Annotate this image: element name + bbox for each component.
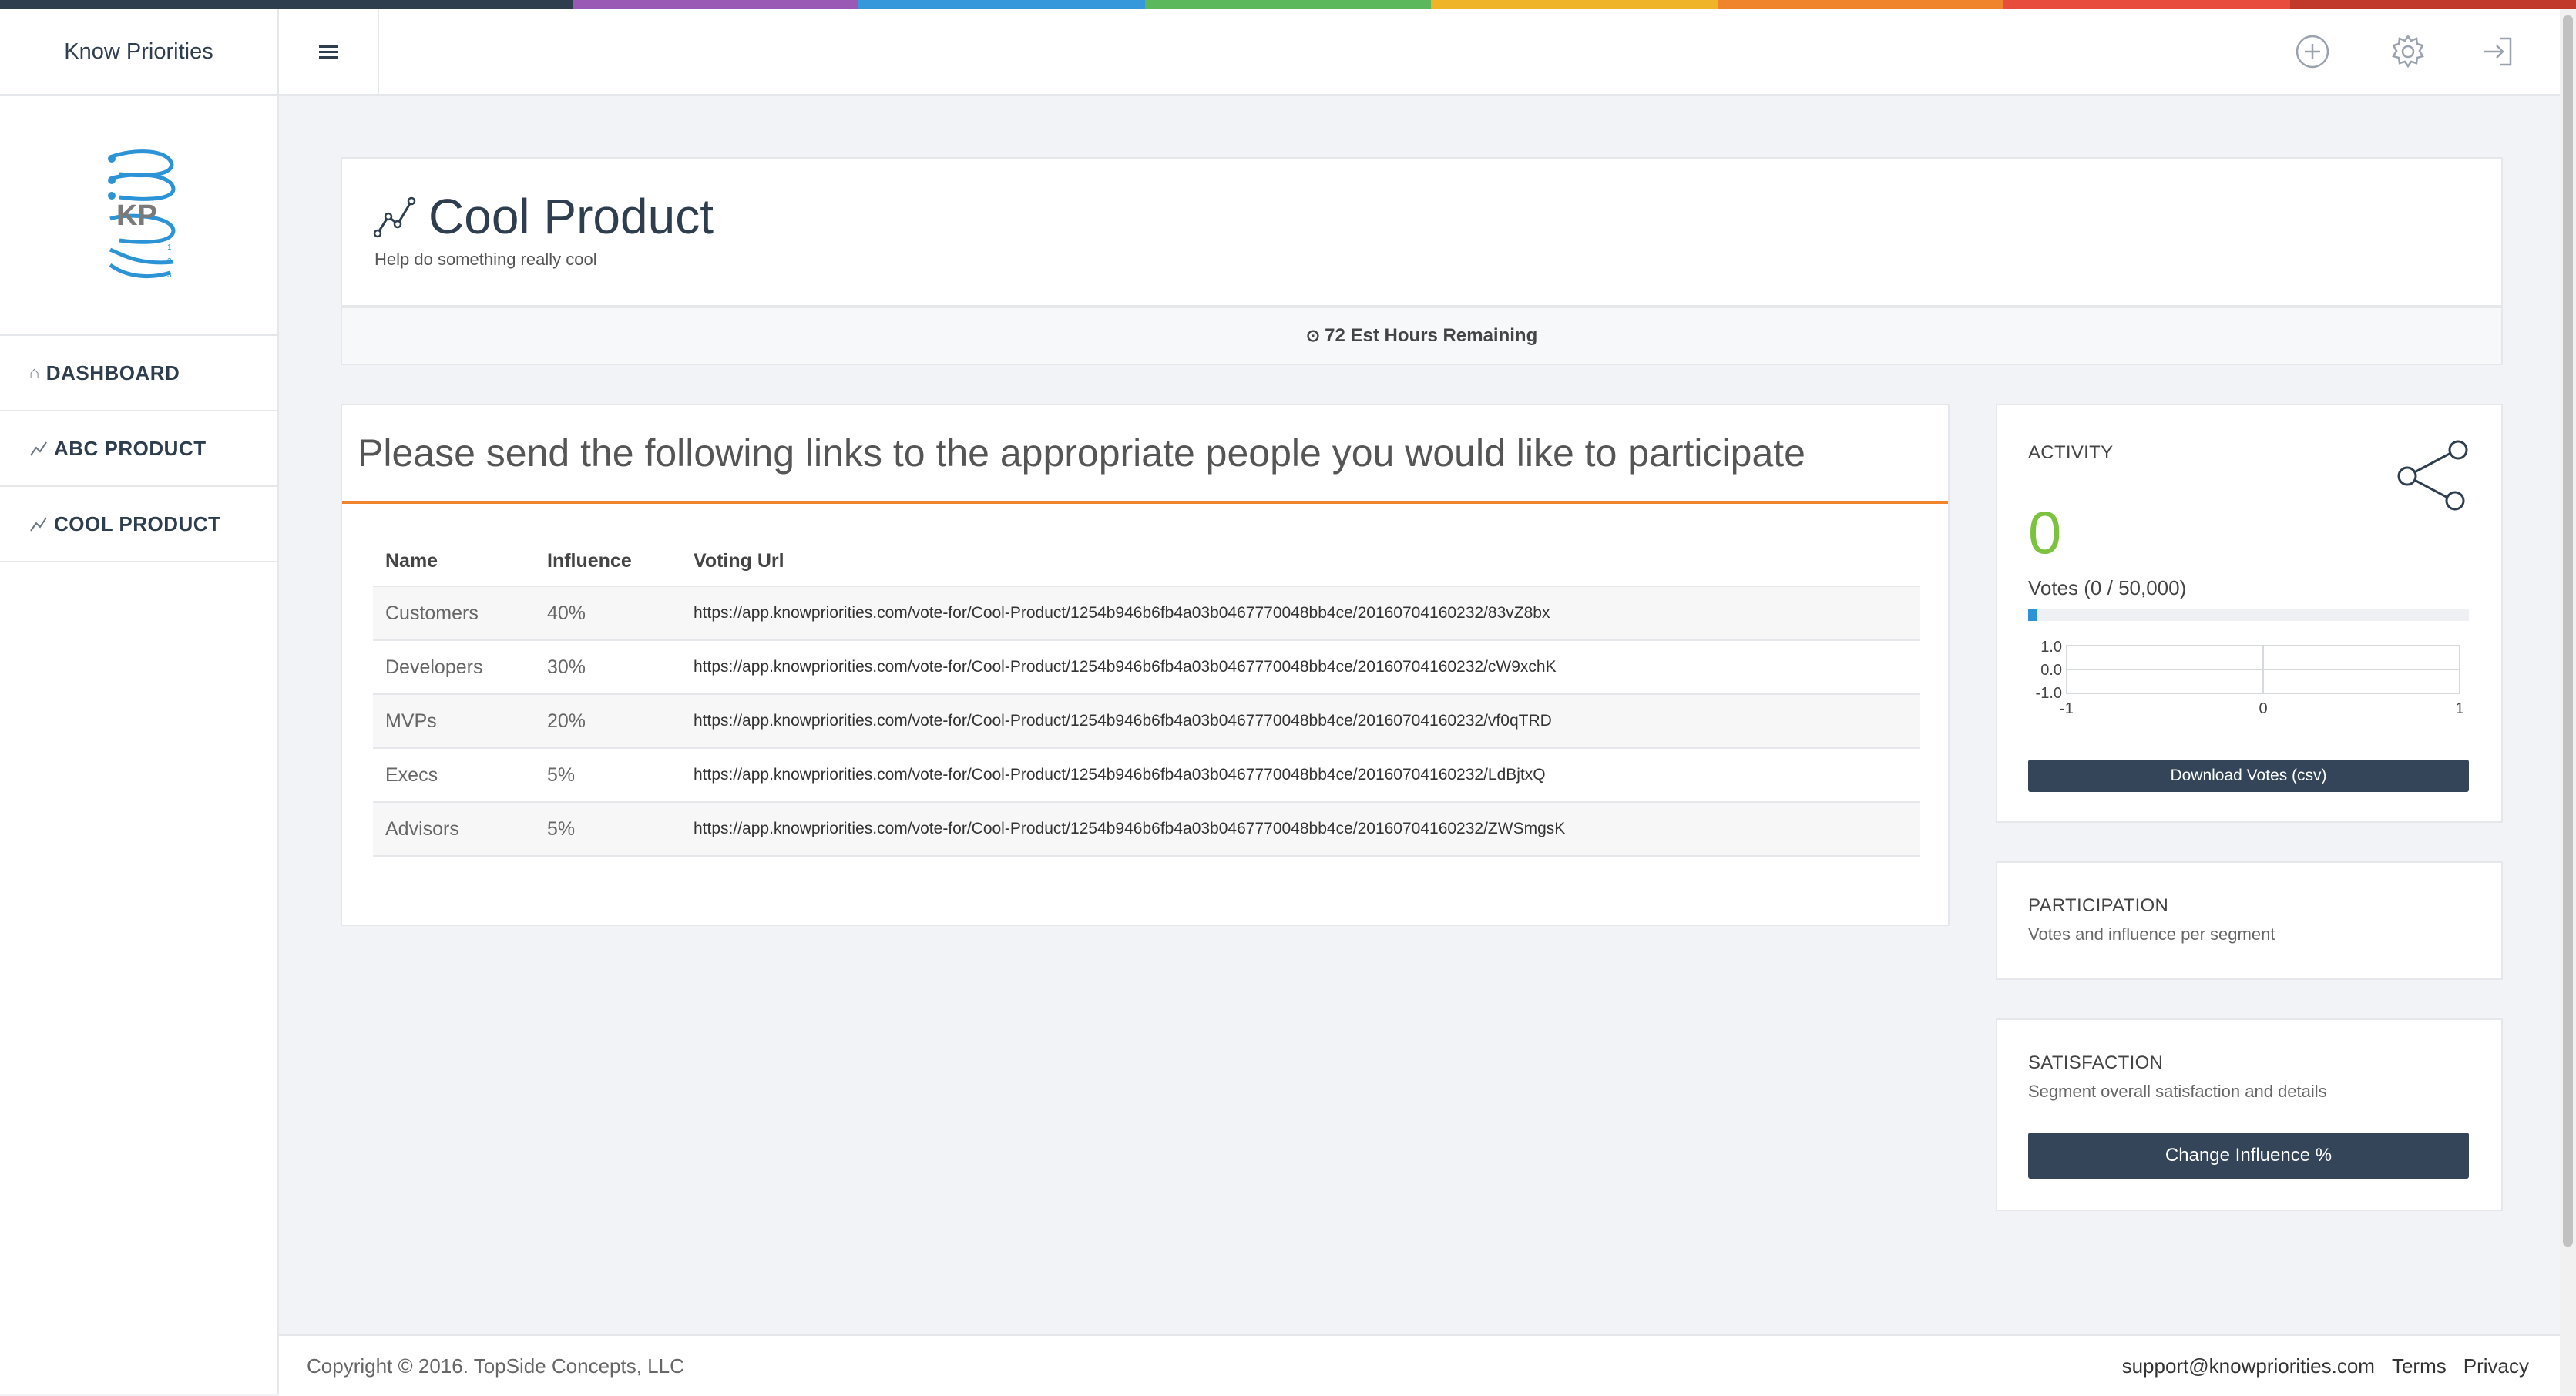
stripe-segment (286, 0, 573, 9)
column-header-influence: Influence (535, 536, 681, 587)
stripe-segment (0, 0, 287, 9)
satisfaction-card: SATISFACTION Segment overall satisfactio… (1996, 1018, 2503, 1211)
footer: Copyright © 2016. TopSide Concepts, LLC … (279, 1334, 2560, 1396)
table-row: Developers 30% https://app.knowprioritie… (373, 640, 1920, 695)
y-tick-label: 0.0 (2040, 662, 2062, 679)
voting-url-link[interactable]: https://app.knowpriorities.com/vote-for/… (681, 694, 1920, 749)
activity-count: 0 (2028, 498, 2062, 566)
voting-url-link[interactable]: https://app.knowpriorities.com/vote-for/… (681, 802, 1920, 857)
gear-icon (2392, 34, 2424, 69)
logout-button[interactable] (2478, 32, 2517, 71)
segment-influence: 20% (535, 694, 681, 749)
satisfaction-title: SATISFACTION (2028, 1052, 2164, 1073)
column-header-name: Name (373, 536, 535, 587)
voting-links-heading: Please send the following links to the a… (342, 405, 1948, 504)
share-icon (2397, 440, 2468, 511)
svg-text:3: 3 (167, 271, 172, 280)
page-scrollbar[interactable] (2560, 9, 2576, 1394)
support-email-link[interactable]: support@knowpriorities.com (2122, 1354, 2375, 1378)
home-icon: ⌂ (29, 363, 40, 382)
page-subtitle: Help do something really cool (374, 250, 597, 269)
share-button[interactable] (2395, 439, 2472, 517)
satisfaction-subtitle: Segment overall satisfaction and details (2028, 1082, 2327, 1101)
segment-name: Developers (373, 640, 535, 695)
logo[interactable]: KP 1 2 3 (0, 96, 277, 336)
segment-name: Execs (373, 748, 535, 803)
hamburger-icon (319, 42, 338, 62)
top-bar (279, 9, 2576, 96)
sidebar-item-cool-product[interactable]: COOL PRODUCT (0, 487, 277, 562)
y-tick-label: -1.0 (2036, 685, 2062, 702)
voting-url-link[interactable]: https://app.knowpriorities.com/vote-for/… (681, 640, 1920, 695)
column-header-voting-url: Voting Url (681, 536, 1920, 587)
stripe-segment (1717, 0, 2004, 9)
add-button[interactable] (2293, 32, 2332, 71)
stripe-segment (1144, 0, 1432, 9)
scrollbar-thumb[interactable] (2563, 15, 2573, 1247)
stripe-segment (2289, 0, 2576, 9)
sidebar-item-label: COOL PRODUCT (54, 512, 221, 535)
voting-url-link[interactable]: https://app.knowpriorities.com/vote-for/… (681, 748, 1920, 803)
table-row: Advisors 5% https://app.knowpriorities.c… (373, 802, 1920, 857)
clock-icon: ⊙ (1305, 326, 1321, 345)
activity-mini-chart: 1.0 0.0 -1.0 -1 0 1 (2036, 639, 2464, 717)
svg-text:2: 2 (167, 257, 172, 266)
segment-name: MVPs (373, 694, 535, 749)
hours-remaining-text: 72 Est Hours Remaining (1325, 325, 1538, 346)
table-row: Customers 40% https://app.knowpriorities… (373, 586, 1920, 641)
logout-icon (2484, 37, 2512, 66)
download-votes-button[interactable]: Download Votes (csv) (2028, 760, 2469, 792)
brand-name[interactable]: Know Priorities (0, 9, 277, 96)
sidebar-item-dashboard[interactable]: ⌂ DASHBOARD (0, 336, 277, 411)
segment-influence: 5% (535, 748, 681, 803)
x-tick-label: 0 (2259, 700, 2267, 717)
plus-circle-icon (2296, 35, 2329, 69)
copyright-text: Copyright © 2016. TopSide Concepts, LLC (307, 1354, 684, 1378)
sidebar: Know Priorities KP 1 2 3 ⌂ DASHBOARD ABC… (0, 9, 279, 1394)
votes-progress-fill (2028, 609, 2037, 621)
voting-url-link[interactable]: https://app.knowpriorities.com/vote-for/… (681, 586, 1920, 641)
privacy-link[interactable]: Privacy (2463, 1354, 2529, 1378)
voting-links-card: Please send the following links to the a… (341, 404, 1950, 926)
activity-title: ACTIVITY (2028, 442, 2114, 463)
sidebar-item-label: ABC PRODUCT (54, 436, 207, 460)
segment-name: Advisors (373, 802, 535, 857)
product-header-card: Cool Product Help do something really co… (341, 157, 2503, 307)
participation-title: PARTICIPATION (2028, 895, 2169, 916)
stripe-segment (1431, 0, 1718, 9)
voting-links-table: Name Influence Voting Url Customers 40% … (373, 536, 1920, 857)
kp-logo-icon: KP 1 2 3 (108, 149, 176, 280)
segment-name: Customers (373, 586, 535, 641)
participation-subtitle: Votes and influence per segment (2028, 925, 2275, 944)
hours-remaining-bar: ⊙ 72 Est Hours Remaining (341, 307, 2503, 365)
segment-influence: 30% (535, 640, 681, 695)
segment-influence: 40% (535, 586, 681, 641)
votes-progress-bar (2028, 609, 2469, 621)
participation-card: PARTICIPATION Votes and influence per se… (1996, 861, 2503, 980)
chart-line-icon (373, 196, 416, 238)
change-influence-button[interactable]: Change Influence % (2028, 1133, 2469, 1179)
chart-line-icon (30, 441, 47, 456)
x-tick-label: 1 (2455, 700, 2463, 717)
table-row: Execs 5% https://app.knowpriorities.com/… (373, 748, 1920, 803)
chart-line-icon (30, 517, 47, 532)
sidebar-item-abc-product[interactable]: ABC PRODUCT (0, 411, 277, 487)
color-stripe (0, 0, 2576, 9)
logo-text: KP (116, 200, 157, 232)
sidebar-item-label: DASHBOARD (45, 361, 180, 384)
y-tick-label: 1.0 (2040, 639, 2062, 656)
segment-influence: 5% (535, 802, 681, 857)
table-row: MVPs 20% https://app.knowpriorities.com/… (373, 694, 1920, 749)
stripe-segment (858, 0, 1145, 9)
x-tick-label: -1 (2060, 700, 2074, 717)
activity-card: ACTIVITY 0 Votes (0 / 50,000) 1.0 0.0 -1… (1996, 404, 2503, 823)
svg-text:1: 1 (167, 243, 172, 252)
menu-toggle-button[interactable] (279, 9, 379, 94)
stripe-segment (572, 0, 859, 9)
stripe-segment (2003, 0, 2290, 9)
settings-button[interactable] (2389, 32, 2427, 71)
votes-label: Votes (0 / 50,000) (2028, 576, 2187, 599)
page-title: Cool Product (428, 189, 714, 244)
terms-link[interactable]: Terms (2392, 1354, 2447, 1378)
